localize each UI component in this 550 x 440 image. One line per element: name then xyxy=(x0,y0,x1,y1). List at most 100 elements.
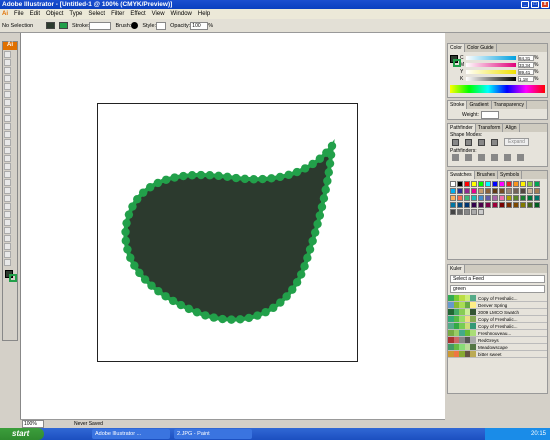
stroke-swatch[interactable] xyxy=(59,22,68,29)
swatch[interactable] xyxy=(527,188,533,194)
swatch[interactable] xyxy=(464,202,470,208)
swatch[interactable] xyxy=(506,202,512,208)
kuler-theme-row[interactable]: 2009 LMCO Swatch xyxy=(448,309,547,316)
scale-tool-icon[interactable] xyxy=(4,139,11,146)
stroke-color-box[interactable] xyxy=(9,274,17,282)
swatch[interactable] xyxy=(513,181,519,187)
menu-window[interactable]: Window xyxy=(171,11,192,17)
swatch[interactable] xyxy=(471,188,477,194)
swatch[interactable] xyxy=(471,181,477,187)
swatch[interactable] xyxy=(527,181,533,187)
kuler-theme-row[interactable]: Copy of Freshalic... xyxy=(448,316,547,323)
black-value[interactable]: 1,18 xyxy=(518,75,534,82)
warp-tool-icon[interactable] xyxy=(4,147,11,154)
swatch[interactable] xyxy=(492,188,498,194)
color-stroke-box[interactable] xyxy=(453,59,461,67)
menu-object[interactable]: Object xyxy=(46,11,63,17)
mesh-tool-icon[interactable] xyxy=(4,179,11,186)
eraser-tool-icon[interactable] xyxy=(4,235,11,242)
divide-icon[interactable] xyxy=(452,154,459,161)
tab-transparency[interactable]: Transparency xyxy=(492,101,528,109)
yellow-value[interactable]: 89,41 xyxy=(518,68,534,75)
swatch[interactable] xyxy=(506,195,512,201)
canvas-area[interactable] xyxy=(20,33,445,419)
kuler-search-input[interactable]: green xyxy=(450,285,545,293)
swatch[interactable] xyxy=(478,181,484,187)
yellow-slider[interactable] xyxy=(466,69,516,74)
magic-wand-tool-icon[interactable] xyxy=(4,67,11,74)
swatch[interactable] xyxy=(478,188,484,194)
swatch-grid[interactable] xyxy=(448,179,547,217)
swatch[interactable] xyxy=(457,195,463,201)
kuler-theme-row[interactable]: RedGreys xyxy=(448,337,547,344)
swatch[interactable] xyxy=(520,181,526,187)
blend-tool-icon[interactable] xyxy=(4,203,11,210)
cyan-slider[interactable] xyxy=(466,55,516,60)
merge-icon[interactable] xyxy=(478,154,485,161)
select-feed-dropdown[interactable]: Select a Feed xyxy=(450,275,545,283)
swatch[interactable] xyxy=(457,209,463,215)
swatch[interactable] xyxy=(464,181,470,187)
paintbrush-tool-icon[interactable] xyxy=(4,115,11,122)
swatch[interactable] xyxy=(464,195,470,201)
menu-effect[interactable]: Effect xyxy=(130,11,145,17)
expand-button[interactable]: Expand xyxy=(504,138,529,146)
swatch[interactable] xyxy=(485,181,491,187)
free-transform-tool-icon[interactable] xyxy=(4,155,11,162)
zoom-field[interactable]: 100% xyxy=(22,420,44,428)
swatch[interactable] xyxy=(513,202,519,208)
crop-tool-icon[interactable] xyxy=(4,219,11,226)
slice-tool-icon[interactable] xyxy=(4,227,11,234)
swatch[interactable] xyxy=(471,209,477,215)
live-paint-tool-icon[interactable] xyxy=(4,211,11,218)
kuler-theme-row[interactable]: bitter sweet xyxy=(448,351,547,358)
magenta-slider[interactable] xyxy=(466,62,516,67)
start-button[interactable]: start xyxy=(0,428,44,440)
menu-view[interactable]: View xyxy=(152,11,165,17)
gradient-tool-icon[interactable] xyxy=(4,187,11,194)
zoom-tool-icon[interactable] xyxy=(4,259,11,266)
trim-icon[interactable] xyxy=(465,154,472,161)
tab-kuler[interactable]: Kuler xyxy=(448,265,465,273)
tab-brushes[interactable]: Brushes xyxy=(475,171,499,179)
swatch[interactable] xyxy=(485,188,491,194)
menu-file[interactable]: File xyxy=(14,11,24,17)
swatch[interactable] xyxy=(464,209,470,215)
tab-pathfinder[interactable]: Pathfinder xyxy=(448,124,476,132)
swatch[interactable] xyxy=(450,209,456,215)
swatch[interactable] xyxy=(471,195,477,201)
unite-icon[interactable] xyxy=(452,138,459,146)
swatch[interactable] xyxy=(499,181,505,187)
graph-tool-icon[interactable] xyxy=(4,171,11,178)
crop-icon[interactable] xyxy=(491,154,498,161)
swatch[interactable] xyxy=(457,181,463,187)
scissors-tool-icon[interactable] xyxy=(4,243,11,250)
swatch[interactable] xyxy=(534,202,540,208)
tab-gradient[interactable]: Gradient xyxy=(467,101,492,109)
menu-edit[interactable]: Edit xyxy=(30,11,40,17)
swatch[interactable] xyxy=(534,188,540,194)
swatch[interactable] xyxy=(499,202,505,208)
swatch[interactable] xyxy=(513,195,519,201)
swatch[interactable] xyxy=(534,195,540,201)
pencil-tool-icon[interactable] xyxy=(4,123,11,130)
maximize-button[interactable]: □ xyxy=(531,1,539,8)
menu-select[interactable]: Select xyxy=(88,11,105,17)
kuler-theme-row[interactable]: Copy of Freshalic... xyxy=(448,295,547,302)
swatch[interactable] xyxy=(457,188,463,194)
stroke-field[interactable] xyxy=(89,21,112,30)
tab-color[interactable]: Color xyxy=(448,44,465,52)
swatch[interactable] xyxy=(450,202,456,208)
rotate-tool-icon[interactable] xyxy=(4,131,11,138)
opacity-field[interactable]: 100 xyxy=(190,21,209,30)
swatch[interactable] xyxy=(506,188,512,194)
swatch[interactable] xyxy=(506,181,512,187)
swatch[interactable] xyxy=(520,195,526,201)
swatch[interactable] xyxy=(520,188,526,194)
cyan-value[interactable]: 84,31 xyxy=(518,54,534,61)
magenta-value[interactable]: 33,34 xyxy=(518,61,534,68)
minus-front-icon[interactable] xyxy=(465,138,472,146)
tab-transform[interactable]: Transform xyxy=(476,124,504,132)
black-slider[interactable] xyxy=(466,76,516,81)
swatch[interactable] xyxy=(450,195,456,201)
